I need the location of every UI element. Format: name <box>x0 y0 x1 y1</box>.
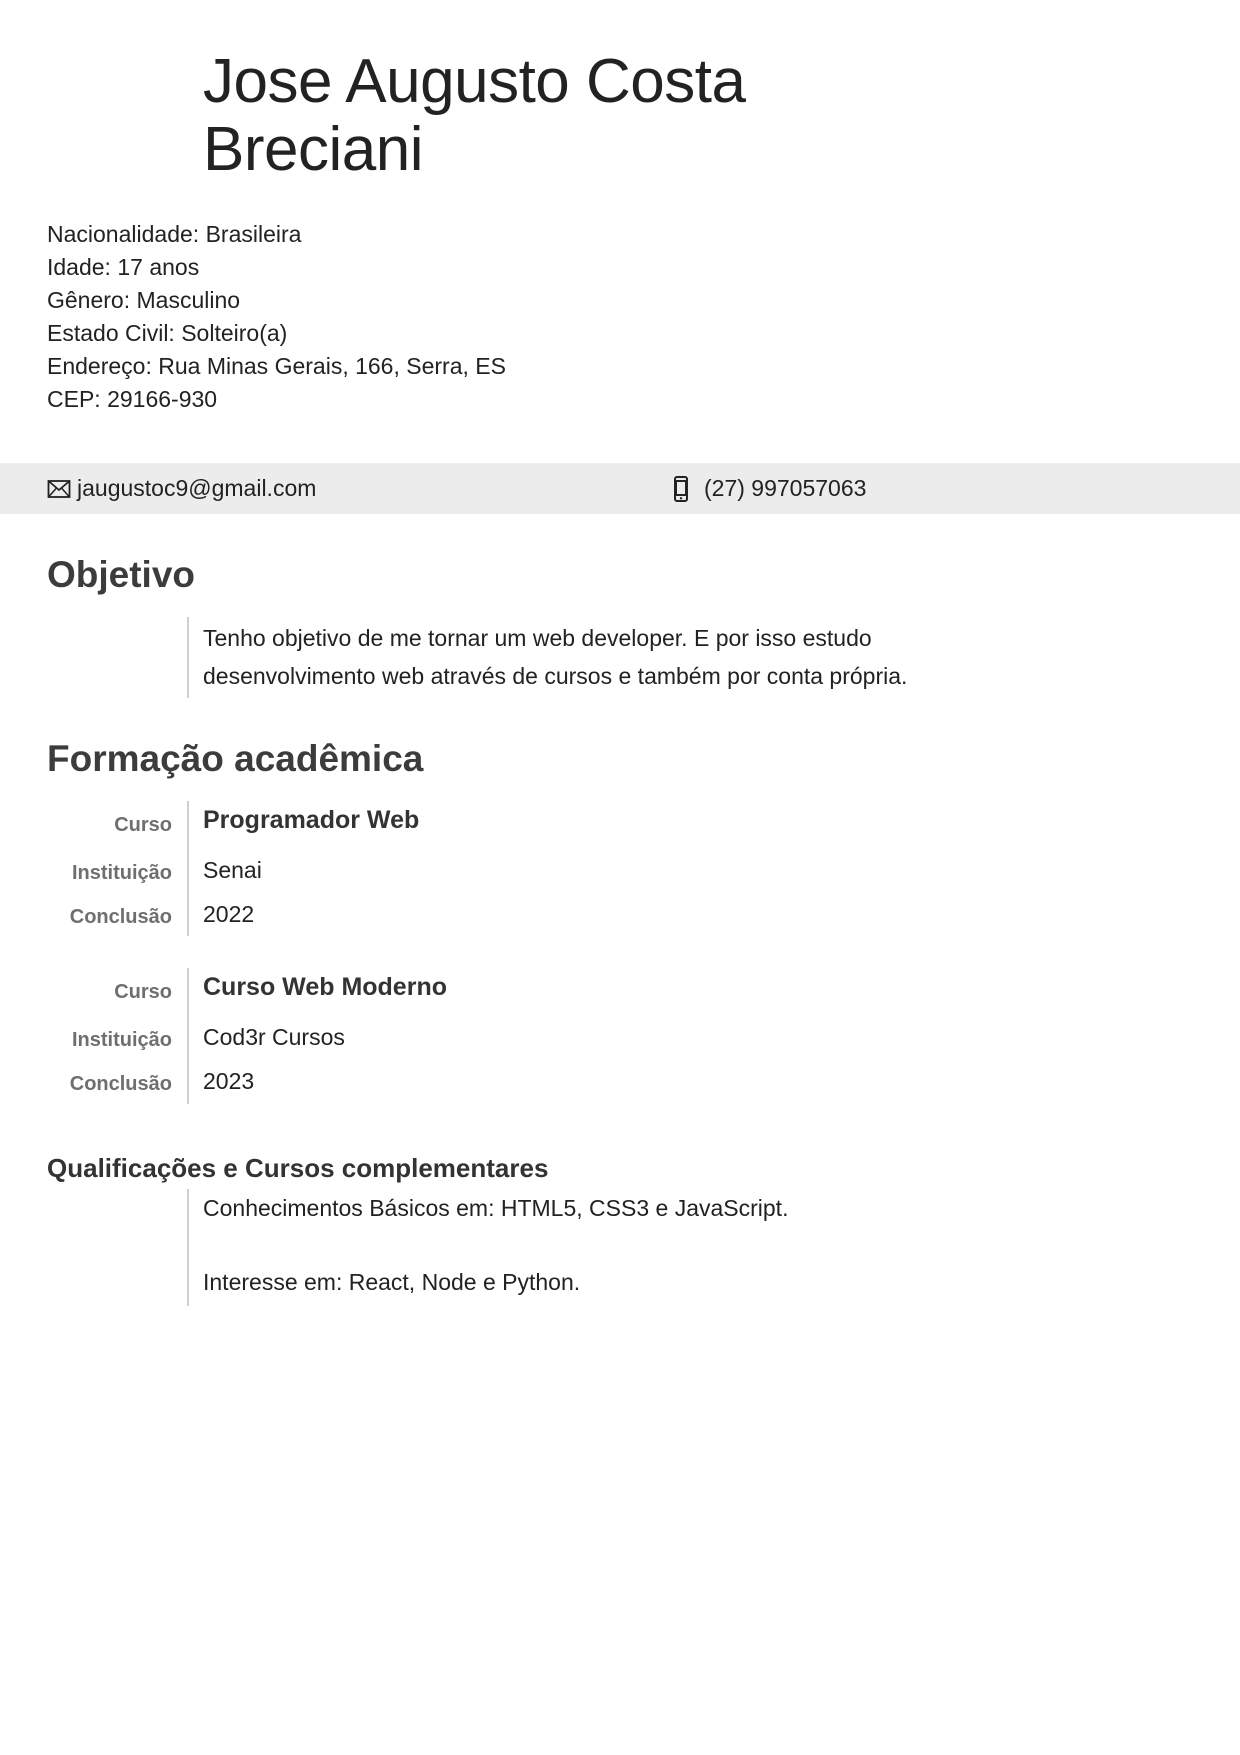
contact-bar: jaugustoc9@gmail.com (27) 997057063 <box>0 463 1240 514</box>
gender-row: Gênero: Masculino <box>47 284 506 317</box>
qualifications-interests: Interesse em: React, Node e Python. <box>203 1269 581 1295</box>
course-name: Curso Web Moderno <box>203 973 447 1001</box>
qualifications-heading: Qualificações e Cursos complementares <box>47 1153 549 1183</box>
objective-text: Tenho objetivo de me tornar um web devel… <box>203 625 908 689</box>
institution-label: Instituição <box>71 1029 172 1051</box>
qualifications-divider <box>187 1189 189 1306</box>
institution-name: Cod3r Cursos <box>203 1024 345 1050</box>
address-label: Endereço: <box>47 353 152 379</box>
candidate-name: Jose Augusto Costa Breciani <box>203 47 746 184</box>
nationality-row: Nacionalidade: Brasileira <box>47 218 506 251</box>
objective-heading: Objetivo <box>47 554 196 595</box>
email-contact[interactable]: jaugustoc9@gmail.com <box>47 463 316 514</box>
marital-status-row: Estado Civil: Solteiro(a) <box>47 317 506 350</box>
age-label: Idade: <box>47 254 111 280</box>
gender-label: Gênero: <box>47 287 131 313</box>
mobile-phone-icon <box>674 475 688 502</box>
institution-label: Instituição <box>71 862 172 884</box>
phone-text[interactable]: (27) 997057063 <box>704 475 866 502</box>
address-row: Endereço: Rua Minas Gerais, 166, Serra, … <box>47 350 506 383</box>
completion-year: 2022 <box>203 901 255 927</box>
gender-value: Masculino <box>136 287 241 313</box>
completion-label: Conclusão <box>69 1073 172 1095</box>
age-row: Idade: 17 anos <box>47 251 506 284</box>
marital-status-value: Solteiro(a) <box>181 320 288 346</box>
zip-label: CEP: <box>47 386 101 412</box>
completion-label: Conclusão <box>69 906 172 928</box>
age-value: 17 anos <box>117 254 200 280</box>
education-entry-2-divider <box>187 968 189 1104</box>
nationality-value: Brasileira <box>205 221 302 247</box>
course-name: Programador Web <box>203 806 420 834</box>
completion-year: 2023 <box>203 1068 255 1094</box>
envelope-icon <box>47 479 71 498</box>
zip-value: 29166-930 <box>107 386 218 412</box>
course-label: Curso <box>114 981 172 1003</box>
address-value: Rua Minas Gerais, 166, Serra, ES <box>158 353 506 379</box>
personal-info: Nacionalidade: Brasileira Idade: 17 anos… <box>47 218 506 416</box>
institution-name: Senai <box>203 857 262 883</box>
education-heading: Formação acadêmica <box>47 738 424 779</box>
marital-status-label: Estado Civil: <box>47 320 175 346</box>
course-label: Curso <box>114 814 172 836</box>
email-text[interactable]: jaugustoc9@gmail.com <box>77 475 316 502</box>
zip-row: CEP: 29166-930 <box>47 383 506 416</box>
education-entry-1-divider <box>187 801 189 936</box>
nationality-label: Nacionalidade: <box>47 221 200 247</box>
candidate-name-line-1: Jose Augusto Costa <box>203 47 746 116</box>
candidate-name-line-2: Breciani <box>203 115 424 184</box>
phone-contact[interactable]: (27) 997057063 <box>674 463 866 514</box>
objective-divider <box>187 617 189 698</box>
qualifications-skills: Conhecimentos Básicos em: HTML5, CSS3 e … <box>203 1195 789 1221</box>
